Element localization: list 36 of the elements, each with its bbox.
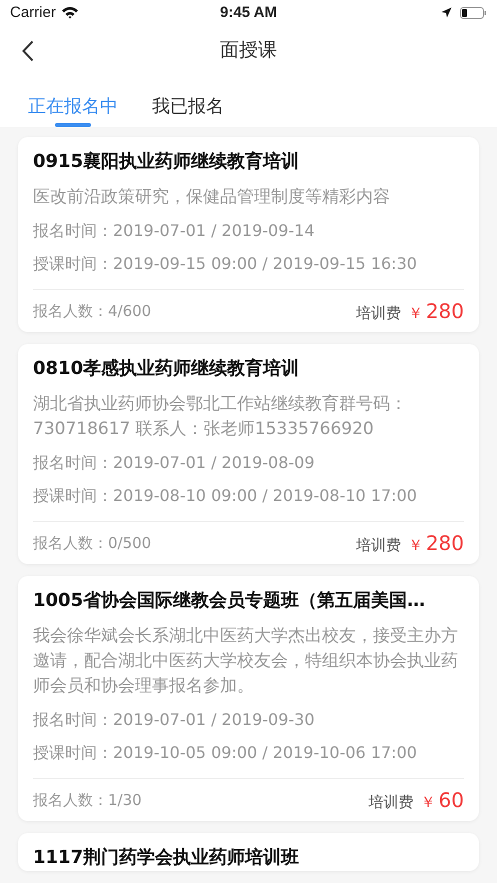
currency-sign: ￥ <box>408 304 423 323</box>
carrier-label: Carrier <box>10 4 56 21</box>
signup-period: 报名时间：2019-07-01 / 2019-09-14 <box>33 220 316 242</box>
fee-label: 培训费 <box>368 793 414 812</box>
page-title: 面授课 <box>220 38 277 63</box>
course-description: 我会徐华斌会长系湖北中医药大学杰出校友，接受主办方邀请，配合湖北中医药大学校友会，特组织本协会执业药师会员和协会理事报名参加。 <box>33 625 459 698</box>
course-title: 0915襄阳执业药师继续教育培训 <box>33 150 300 174</box>
enrollment-count: 报名人数：4/600 <box>33 302 152 320</box>
signup-period: 报名时间：2019-07-01 / 2019-09-30 <box>33 709 316 731</box>
course-title: 1117荆门药学会执业药师培训班 <box>33 846 300 870</box>
currency-sign: ￥ <box>408 536 423 555</box>
class-time: 授课时间：2019-09-15 09:00 / 2019-09-15 16:30 <box>33 253 418 275</box>
status-time: 9:45 AM <box>220 4 277 21</box>
fee-price: 60 <box>438 788 464 812</box>
course-title: 1005省协会国际继教会员专题班（第五届美国… <box>33 589 426 613</box>
class-time: 授课时间：2019-08-10 09:00 / 2019-08-10 17:00 <box>33 485 418 507</box>
course-card[interactable]: 1005省协会国际继教会员专题班（第五届美国… 我会徐华斌会长系湖北中医药大学杰出校友，接受主办方邀请，配合湖北中医药大学校友会，特组织本协会执业药师会员和协会理事报名参加。 报名时间：2019-07-01 / 2019-09-30 授课时间：2019-10-05 09:00 / 2019-10-06 17:00 报名人数：1/30 培训费 ￥60 <box>18 576 479 821</box>
course-description: 医改前沿政策研究，保健品管理制度等精彩内容 <box>33 186 391 209</box>
battery-icon <box>460 6 487 18</box>
location-arrow-icon <box>441 7 452 18</box>
fee-price: 280 <box>426 531 464 555</box>
tab[interactable]: 我已报名 <box>152 75 224 127</box>
currency-sign: ￥ <box>420 793 436 812</box>
fee-label: 培训费 <box>356 536 401 555</box>
fee-label: 培训费 <box>356 304 401 323</box>
course-description: 湖北省执业药师协会鄂北工作站继续教育群号码：730718617 联系人：张老师15335766920 <box>33 393 408 441</box>
course-card[interactable]: 0810孝感执业药师继续教育培训 湖北省执业药师协会鄂北工作站继续教育群号码：730718617 联系人：张老师15335766920 报名时间：2019-07-01 / 2019-08-09 授课时间：2019-08-10 09:00 / 2019-08-10 17:00 报名人数：0/500 培训费 ￥280 <box>18 344 479 564</box>
enrollment-count: 报名人数：1/30 <box>33 790 142 810</box>
course-card[interactable]: 0915襄阳执业药师继续教育培训 医改前沿政策研究，保健品管理制度等精彩内容 报名时间：2019-07-01 / 2019-09-14 授课时间：2019-09-15 09:00 / 2019-09-15 16:30 报名人数：4/600 培训费 ￥280 <box>18 137 479 332</box>
signup-period: 报名时间：2019-07-01 / 2019-08-09 <box>33 452 316 474</box>
wifi-icon <box>60 6 79 19</box>
course-card[interactable]: 1117荆门药学会执业药师培训班 <box>18 833 479 871</box>
fee-price: 280 <box>426 299 464 323</box>
enrollment-count: 报名人数：0/500 <box>33 534 152 552</box>
class-time: 授课时间：2019-10-05 09:00 / 2019-10-06 17:00 <box>33 742 418 764</box>
course-title: 0810孝感执业药师继续教育培训 <box>33 357 300 381</box>
